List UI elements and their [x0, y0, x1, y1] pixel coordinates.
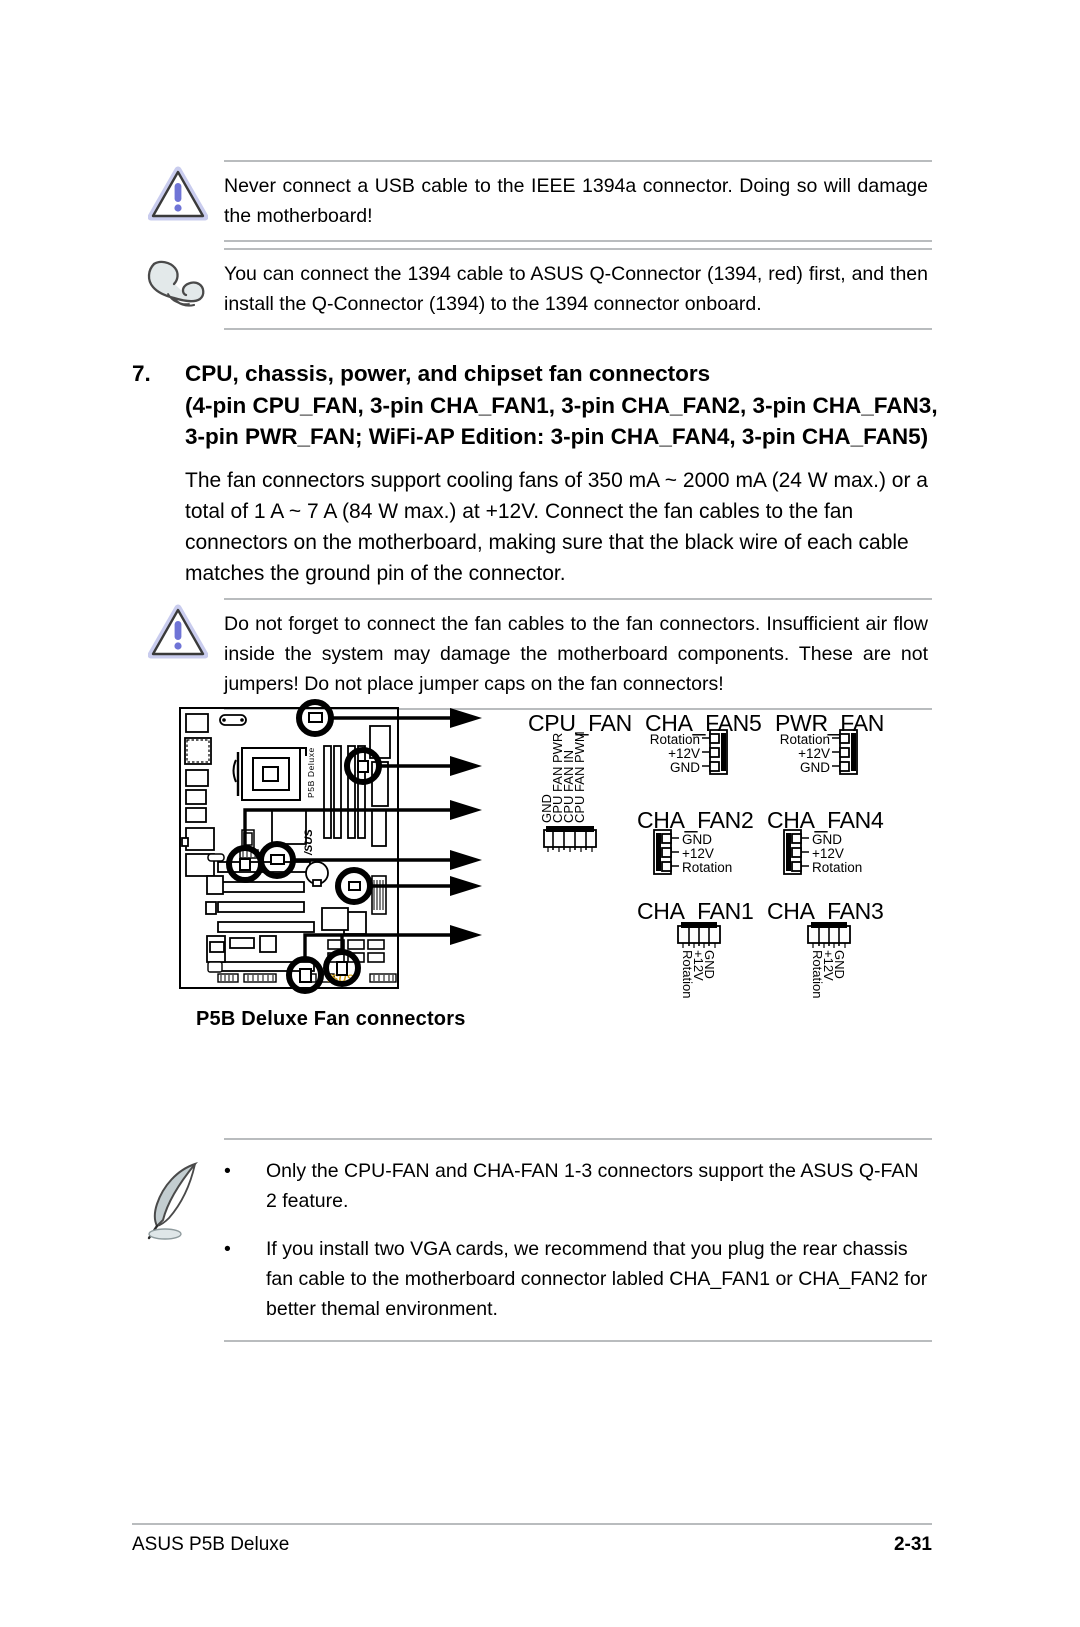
board-silkscreen-brand: /SUS [303, 829, 315, 856]
section-title-line-1: CPU, chassis, power, and chipset fan con… [185, 361, 711, 386]
pin-label-cha-fan3-gnd: GND [832, 950, 847, 979]
fan-connector-diagram: P5B Deluxe /SUS /SUS CPU_FAN CHA_FAN5 PW… [132, 690, 932, 1030]
pin-label-pwr-fan-12v: +12V [798, 746, 830, 761]
pin-label-cha-fan4-gnd: GND [812, 832, 842, 847]
connector-cha-fan3-symbol [807, 922, 851, 948]
pin-label-cha-fan5-rotation: Rotation [649, 732, 700, 747]
connector-cha-fan1-symbol [677, 922, 721, 948]
pin-label-cha-fan2-rotation: Rotation [682, 860, 733, 875]
connector-cpu-fan-symbol [543, 826, 597, 852]
board-silkscreen-model: P5B Deluxe [306, 747, 316, 798]
pin-label-pwr-fan-rotation: Rotation [779, 732, 830, 747]
pin-label-cha-fan1-gnd: GND [702, 950, 717, 979]
connector-title-cha-fan1: CHA_FAN1 [637, 898, 754, 924]
section-paragraph: The fan connectors support cooling fans … [185, 468, 928, 585]
feather-quill-icon [132, 1138, 224, 1244]
list-item: • Only the CPU-FAN and CHA-FAN 1-3 conne… [224, 1156, 932, 1216]
bullet-text-1: Only the CPU-FAN and CHA-FAN 1-3 connect… [266, 1160, 919, 1212]
pin-label-cha-fan5-gnd: GND [670, 760, 700, 775]
section-number: 7. [132, 361, 151, 386]
connector-title-cha-fan2: CHA_FAN2 [637, 807, 754, 833]
pin-label-cha-fan2-12v: +12V [682, 846, 714, 861]
pin-label-cha-fan4-rotation: Rotation [812, 860, 863, 875]
pin-label-cpu-fan-pwm: CPU FAN PWM [572, 731, 587, 823]
info-note-bottom-body: • Only the CPU-FAN and CHA-FAN 1-3 conne… [224, 1138, 932, 1342]
footer-divider [132, 1523, 932, 1525]
info-note-bottom: • Only the CPU-FAN and CHA-FAN 1-3 conne… [132, 1138, 932, 1342]
tip-note-1394-text: You can connect the 1394 cable to ASUS Q… [224, 263, 928, 315]
bullet-marker: • [224, 1160, 231, 1182]
bullet-marker: • [224, 1238, 231, 1260]
warning-note-fan-text: Do not forget to connect the fan cables … [224, 613, 928, 695]
connector-title-cha-fan4: CHA_FAN4 [767, 807, 884, 833]
warning-triangle-icon [132, 160, 224, 222]
warning-note-usb-body: Never connect a USB cable to the IEEE 13… [224, 160, 932, 242]
section-7: 7. CPU, chassis, power, and chipset fan … [132, 358, 938, 589]
footer-page-number: 2-31 [893, 1534, 932, 1555]
section-title-lines: CPU, chassis, power, and chipset fan con… [185, 358, 938, 453]
warning-note-usb: Never connect a USB cable to the IEEE 13… [132, 160, 932, 242]
pin-label-cha-fan5-12v: +12V [668, 746, 700, 761]
pin-label-cha-fan4-12v: +12V [812, 846, 844, 861]
list-item: • If you install two VGA cards, we recom… [224, 1234, 932, 1324]
callout-arrows [450, 708, 482, 945]
bullet-text-2: If you install two VGA cards, we recomme… [266, 1238, 928, 1320]
section-title-line-2: (4-pin CPU_FAN, 3-pin CHA_FAN1, 3-pin CH… [185, 392, 938, 418]
tip-note-1394: You can connect the 1394 cable to ASUS Q… [132, 248, 932, 330]
warning-note-usb-text: Never connect a USB cable to the IEEE 13… [224, 175, 928, 227]
pointing-hand-icon [132, 248, 224, 316]
section-title-line-3: 3-pin PWR_FAN; WiFi-AP Edition: 3-pin CH… [185, 424, 929, 449]
warning-triangle-icon [132, 598, 224, 660]
connector-cha-fan2-symbol [653, 829, 679, 875]
diagram-caption: P5B Deluxe Fan connectors [196, 1008, 466, 1030]
section-heading: 7. CPU, chassis, power, and chipset fan … [132, 358, 938, 453]
connector-title-cha-fan3: CHA_FAN3 [767, 898, 884, 924]
connector-cha-fan4-symbol [783, 829, 809, 875]
pin-label-pwr-fan-gnd: GND [800, 760, 830, 775]
tip-note-1394-body: You can connect the 1394 cable to ASUS Q… [224, 248, 932, 330]
pin-label-cha-fan2-gnd: GND [682, 832, 712, 847]
